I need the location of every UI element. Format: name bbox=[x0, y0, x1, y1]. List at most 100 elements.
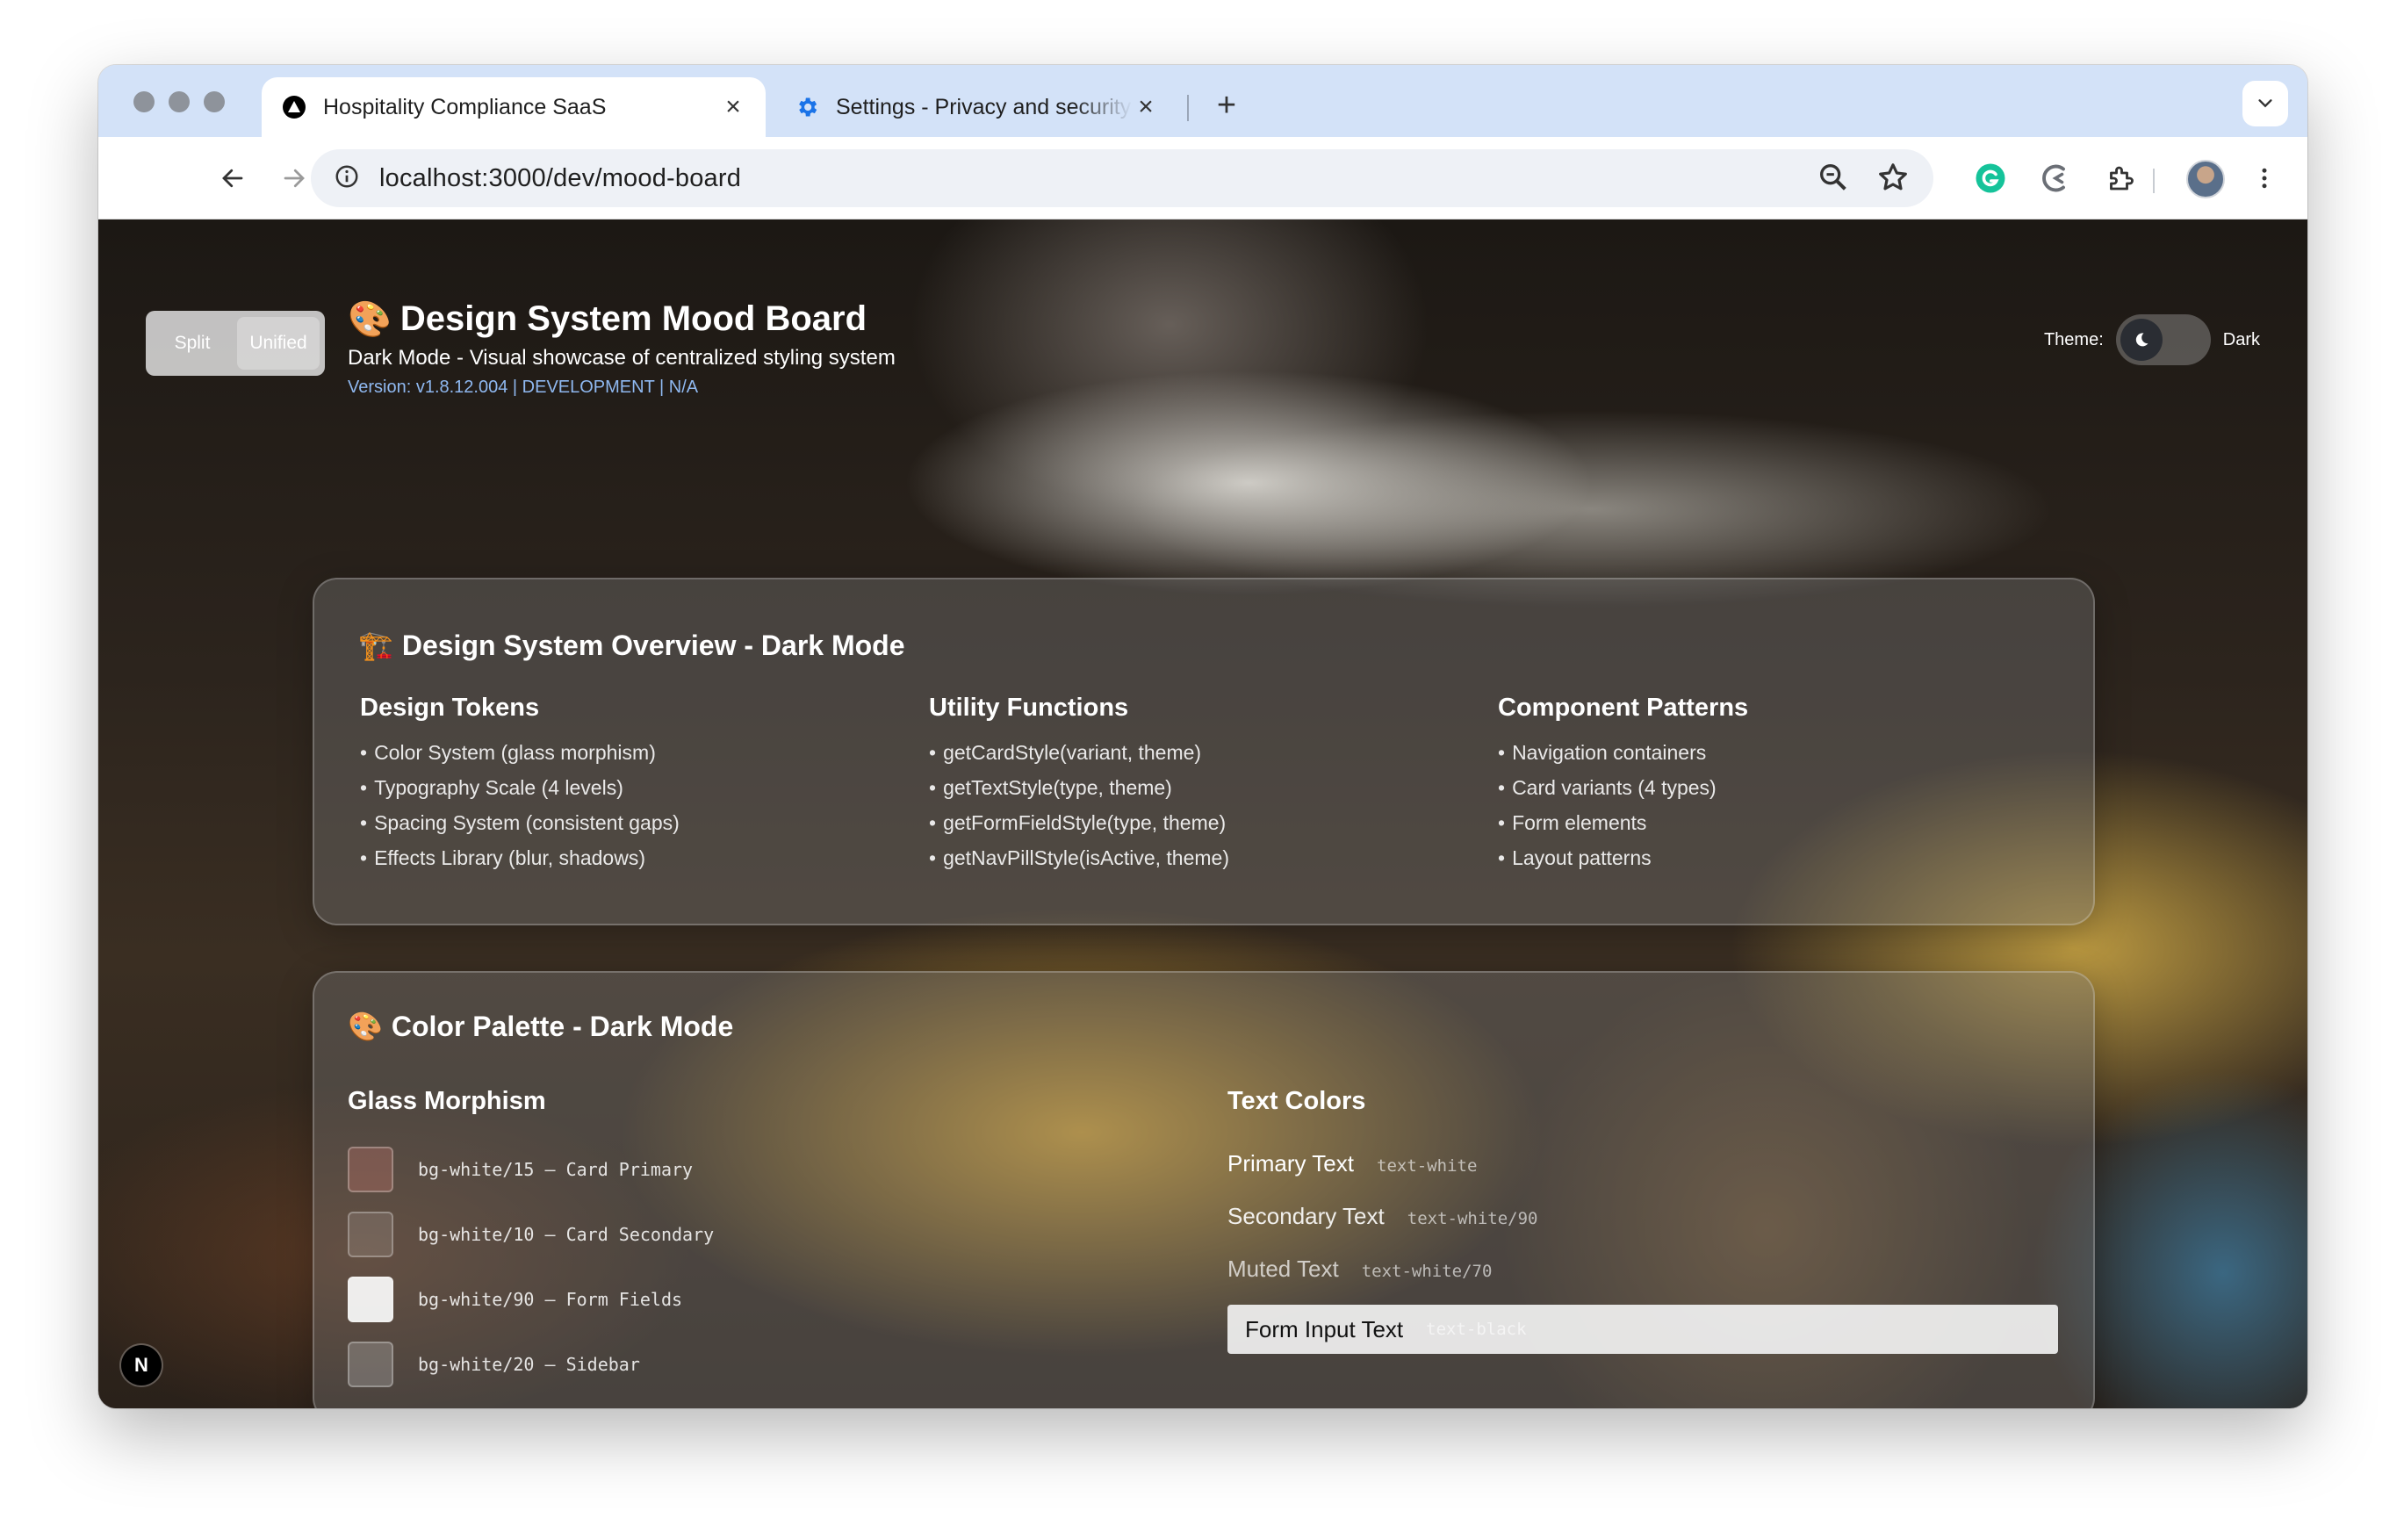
tab-divider bbox=[1187, 95, 1189, 121]
arrow-right-icon bbox=[284, 169, 305, 188]
color-swatch bbox=[348, 1212, 393, 1257]
page-subtitle: Dark Mode - Visual showcase of centraliz… bbox=[348, 346, 896, 370]
list-item: • Spacing System (consistent gaps) bbox=[360, 811, 680, 834]
text-sample: Secondary Text bbox=[1227, 1203, 1385, 1229]
puzzle-icon[interactable] bbox=[2098, 156, 2142, 200]
browser-window: Hospitality Compliance SaaS × Settings -… bbox=[98, 65, 2307, 1408]
arrow-left-icon bbox=[222, 169, 243, 188]
list-item: • getFormFieldStyle(type, theme) bbox=[929, 811, 1227, 834]
swatch-label: bg-white/90 – Form Fields bbox=[418, 1289, 683, 1310]
palette-title-text: Color Palette - Dark Mode bbox=[391, 1010, 734, 1042]
address-bar[interactable]: localhost:3000/dev/mood-board bbox=[311, 149, 1933, 207]
component-patterns-column: Component Patterns • Navigation container… bbox=[1498, 694, 2042, 875]
list-item: • Typography Scale (4 levels) bbox=[360, 776, 623, 799]
swatch-row: bg-white/90 – Form Fields bbox=[348, 1277, 682, 1322]
text-sample: Primary Text bbox=[1227, 1150, 1354, 1177]
column-heading: Design Tokens bbox=[360, 694, 540, 722]
palette-title: 🎨 Color Palette - Dark Mode bbox=[348, 1010, 733, 1043]
vercel-triangle-icon bbox=[281, 94, 307, 120]
tab-title: Hospitality Compliance SaaS bbox=[323, 94, 607, 119]
browser-toolbar: localhost:3000/dev/mood-board bbox=[98, 137, 2307, 219]
list-item: • Navigation containers bbox=[1498, 741, 1707, 764]
text-sample: Form Input Text bbox=[1245, 1315, 1404, 1342]
text-sample: Muted Text bbox=[1227, 1256, 1339, 1282]
text-color-row: Primary Text text-white bbox=[1227, 1150, 1477, 1177]
form-input-sample[interactable]: Form Input Text text-black bbox=[1227, 1305, 2058, 1354]
swatch-row: bg-white/10 – Card Secondary bbox=[348, 1212, 714, 1257]
view-mode-toggle[interactable]: Split Unified bbox=[146, 311, 325, 376]
nextjs-dev-indicator[interactable]: N bbox=[121, 1345, 162, 1385]
forward-button[interactable] bbox=[272, 156, 316, 200]
class-name: text-black bbox=[1426, 1320, 1527, 1339]
close-window-button[interactable] bbox=[133, 91, 155, 112]
list-item: • getTextStyle(type, theme) bbox=[929, 776, 1172, 799]
star-icon[interactable] bbox=[1875, 160, 1911, 199]
info-circle-icon[interactable] bbox=[334, 163, 360, 194]
color-swatch bbox=[348, 1147, 393, 1192]
tab-title: Settings - Privacy and security bbox=[836, 94, 1132, 119]
color-palette-card: 🎨 Color Palette - Dark Mode Glass Morphi… bbox=[313, 971, 2095, 1408]
version-info: Version: v1.8.12.004 | DEVELOPMENT | N/A bbox=[348, 378, 699, 397]
swatch-row: bg-white/15 – Card Primary bbox=[348, 1147, 693, 1192]
list-item: • Form elements bbox=[1498, 811, 1647, 834]
view-unified-button[interactable]: Unified bbox=[237, 317, 320, 370]
tab-search-button[interactable] bbox=[2242, 81, 2288, 126]
column-heading: Utility Functions bbox=[929, 694, 1129, 722]
zoom-window-button[interactable] bbox=[204, 91, 225, 112]
theme-control: Theme: Dark bbox=[2044, 314, 2260, 365]
loader-extension-icon[interactable] bbox=[2033, 156, 2077, 200]
overview-title: 🏗️ Design System Overview - Dark Mode bbox=[358, 629, 905, 662]
view-split-button[interactable]: Split bbox=[151, 317, 234, 370]
close-tab-icon[interactable]: × bbox=[1133, 92, 1159, 122]
new-tab-button[interactable]: + bbox=[1205, 84, 1249, 128]
tab-settings-privacy[interactable]: Settings - Privacy and security × bbox=[774, 77, 1178, 137]
grammarly-icon[interactable] bbox=[1969, 156, 2012, 200]
chevron-down-icon bbox=[2258, 99, 2272, 108]
color-swatch bbox=[348, 1277, 393, 1322]
page-viewport: Split Unified 🎨 Design System Mood Board… bbox=[98, 219, 2307, 1408]
profile-avatar[interactable] bbox=[2186, 160, 2225, 198]
kebab-menu-icon[interactable] bbox=[2242, 156, 2286, 200]
theme-toggle-switch[interactable] bbox=[2115, 314, 2211, 365]
swatch-label: bg-white/15 – Card Primary bbox=[418, 1159, 694, 1180]
overview-card: 🏗️ Design System Overview - Dark Mode De… bbox=[313, 578, 2095, 925]
minimize-window-button[interactable] bbox=[169, 91, 190, 112]
back-button[interactable] bbox=[211, 156, 255, 200]
tab-hospitality-compliance[interactable]: Hospitality Compliance SaaS × bbox=[262, 77, 766, 137]
window-controls bbox=[133, 91, 225, 112]
class-name: text-white bbox=[1377, 1156, 1478, 1176]
glass-morphism-heading: Glass Morphism bbox=[348, 1087, 546, 1115]
design-tokens-column: Design Tokens • Color System (glass morph… bbox=[360, 694, 904, 875]
page-title: 🎨 Design System Mood Board bbox=[348, 299, 867, 340]
theme-label: Theme: bbox=[2043, 329, 2104, 349]
list-item: • Layout patterns bbox=[1498, 846, 1652, 869]
tab-strip: Hospitality Compliance SaaS × Settings -… bbox=[98, 65, 2307, 137]
class-name: text-white/90 bbox=[1407, 1209, 1538, 1228]
settings-gear-icon bbox=[794, 94, 820, 120]
url-text[interactable]: localhost:3000/dev/mood-board bbox=[379, 164, 741, 193]
swatch-label: bg-white/10 – Card Secondary bbox=[418, 1224, 715, 1245]
list-item: • Color System (glass morphism) bbox=[360, 741, 656, 764]
list-item: • getNavPillStyle(isActive, theme) bbox=[929, 846, 1230, 869]
theme-value: Dark bbox=[2222, 329, 2260, 349]
class-name: text-white/70 bbox=[1361, 1262, 1493, 1281]
column-heading: Component Patterns bbox=[1498, 694, 1749, 722]
list-item: • Card variants (4 types) bbox=[1498, 776, 1717, 799]
moon-icon bbox=[2120, 319, 2163, 361]
overview-title-text: Design System Overview - Dark Mode bbox=[401, 629, 905, 661]
utility-functions-column: Utility Functions • getCardStyle(variant,… bbox=[929, 694, 1473, 875]
list-item: • getCardStyle(variant, theme) bbox=[929, 741, 1202, 764]
list-item: • Effects Library (blur, shadows) bbox=[360, 846, 645, 869]
zoom-icon[interactable] bbox=[1816, 160, 1851, 199]
palette-emoji-icon: 🎨 bbox=[348, 1011, 383, 1042]
text-color-row: Muted Text text-white/70 bbox=[1227, 1256, 1492, 1283]
swatch-row: bg-white/20 – Sidebar bbox=[348, 1342, 640, 1387]
construction-emoji-icon: 🏗️ bbox=[358, 630, 393, 661]
toolbar-divider bbox=[2153, 169, 2155, 193]
text-colors-heading: Text Colors bbox=[1227, 1087, 1366, 1115]
close-tab-icon[interactable]: × bbox=[720, 92, 746, 122]
color-swatch bbox=[348, 1342, 393, 1387]
swatch-label: bg-white/20 – Sidebar bbox=[418, 1354, 640, 1375]
page-title-text: Design System Mood Board bbox=[399, 299, 867, 338]
palette-emoji-icon: 🎨 bbox=[348, 300, 392, 339]
